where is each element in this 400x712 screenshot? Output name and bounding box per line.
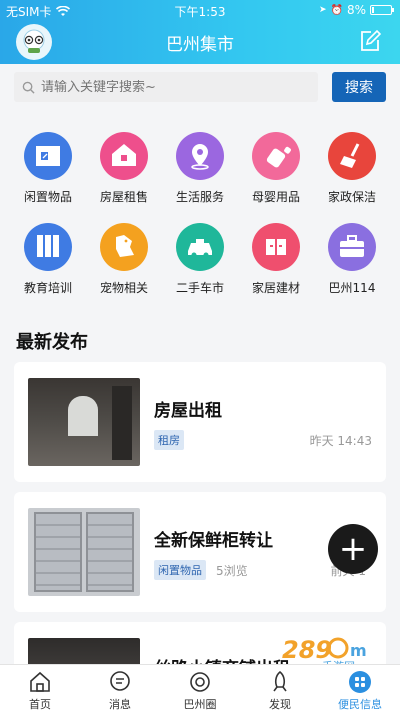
category-item[interactable]: 巴州114 bbox=[314, 223, 390, 296]
post-title: 房屋出租 bbox=[154, 401, 222, 421]
category-label: 教育培训 bbox=[23, 281, 72, 295]
category-label: 生活服务 bbox=[175, 190, 224, 204]
baby-bottle-icon bbox=[252, 132, 300, 180]
category-item[interactable]: 生活服务 bbox=[162, 132, 238, 205]
tab-item[interactable]: 发现 bbox=[240, 665, 320, 712]
tab-item[interactable]: 便民信息 bbox=[320, 665, 400, 712]
category-item[interactable]: 二手车市 bbox=[162, 223, 238, 296]
post-time: 昨天 14:43 bbox=[309, 434, 372, 448]
tab-label: 发现 bbox=[269, 698, 291, 711]
post-views: 5浏览 bbox=[216, 564, 248, 578]
car-icon bbox=[176, 223, 224, 271]
tab-item[interactable]: 巴州圈 bbox=[160, 665, 240, 712]
broom-icon bbox=[328, 132, 376, 180]
category-item[interactable]: 家居建材 bbox=[238, 223, 314, 296]
house-icon bbox=[100, 132, 148, 180]
category-item[interactable]: 教育培训 bbox=[10, 223, 86, 296]
search-button[interactable]: 搜索 bbox=[332, 72, 386, 102]
post-tag: 租房 bbox=[154, 430, 184, 450]
grid-icon bbox=[349, 671, 371, 693]
status-bar: 无SIM卡 下午1:53 ➤ ⏰ 8% bbox=[0, 0, 400, 20]
search-input[interactable] bbox=[41, 79, 301, 95]
category-label: 宠物相关 bbox=[99, 281, 148, 295]
navbar: 巴州集市 bbox=[0, 20, 400, 64]
tab-label: 便民信息 bbox=[338, 698, 382, 711]
category-label: 巴州114 bbox=[328, 281, 376, 295]
store-icon bbox=[24, 132, 72, 180]
edit-icon[interactable] bbox=[358, 29, 382, 53]
category-item[interactable]: 闲置物品 bbox=[10, 132, 86, 205]
post-card[interactable]: 房屋出租 租房 昨天 14:43 bbox=[14, 362, 386, 482]
dog-icon bbox=[100, 223, 148, 271]
search-icon bbox=[22, 81, 35, 94]
furniture-icon bbox=[252, 223, 300, 271]
post-image bbox=[28, 508, 140, 596]
add-post-button[interactable]: + bbox=[328, 524, 378, 574]
post-tag: 闲置物品 bbox=[154, 560, 206, 580]
battery-icon bbox=[370, 5, 394, 15]
rocket-icon bbox=[273, 670, 287, 692]
category-label: 房屋租售 bbox=[99, 190, 148, 204]
category-item[interactable]: 家政保洁 bbox=[314, 132, 390, 205]
section-title: 最新发布 bbox=[16, 332, 88, 353]
post-image bbox=[28, 378, 140, 466]
location-arrow-icon: ➤ bbox=[318, 5, 327, 15]
category-grid: 闲置物品 房屋租售 生活服务 母婴用品 家政保洁教育培训 宠物相关 二手车市 家居建材 巴州11… bbox=[10, 132, 390, 296]
category-label: 二手车市 bbox=[175, 281, 224, 295]
header-background: 无SIM卡 下午1:53 ➤ ⏰ 8% 巴州集市 bbox=[0, 0, 400, 64]
briefcase-icon bbox=[328, 223, 376, 271]
post-title: 全新保鲜柜转让 bbox=[154, 531, 273, 551]
search-bar[interactable] bbox=[14, 72, 318, 102]
tab-item[interactable]: 消息 bbox=[80, 665, 160, 712]
category-label: 闲置物品 bbox=[23, 190, 72, 204]
tab-item[interactable]: 首页 bbox=[0, 665, 80, 712]
category-item[interactable]: 宠物相关 bbox=[86, 223, 162, 296]
tab-label: 巴州圈 bbox=[183, 698, 217, 711]
battery-percent: 8% bbox=[346, 3, 366, 17]
svg-text:m: m bbox=[350, 641, 367, 660]
books-icon bbox=[24, 223, 72, 271]
category-item[interactable]: 房屋租售 bbox=[86, 132, 162, 205]
page-title: 巴州集市 bbox=[166, 35, 234, 55]
message-icon bbox=[110, 671, 130, 691]
tab-label: 消息 bbox=[109, 698, 131, 711]
category-label: 母婴用品 bbox=[251, 190, 300, 204]
category-label: 家居建材 bbox=[251, 281, 300, 295]
category-item[interactable]: 母婴用品 bbox=[238, 132, 314, 205]
tab-bar: 首页 消息 巴州圈 发现 便民信息 bbox=[0, 664, 400, 712]
category-label: 家政保洁 bbox=[327, 190, 376, 204]
home-icon bbox=[30, 671, 50, 692]
alarm-icon: ⏰ bbox=[330, 4, 343, 16]
tab-label: 首页 bbox=[29, 698, 51, 711]
circle-icon bbox=[190, 672, 210, 692]
location-pin-icon bbox=[176, 132, 224, 180]
